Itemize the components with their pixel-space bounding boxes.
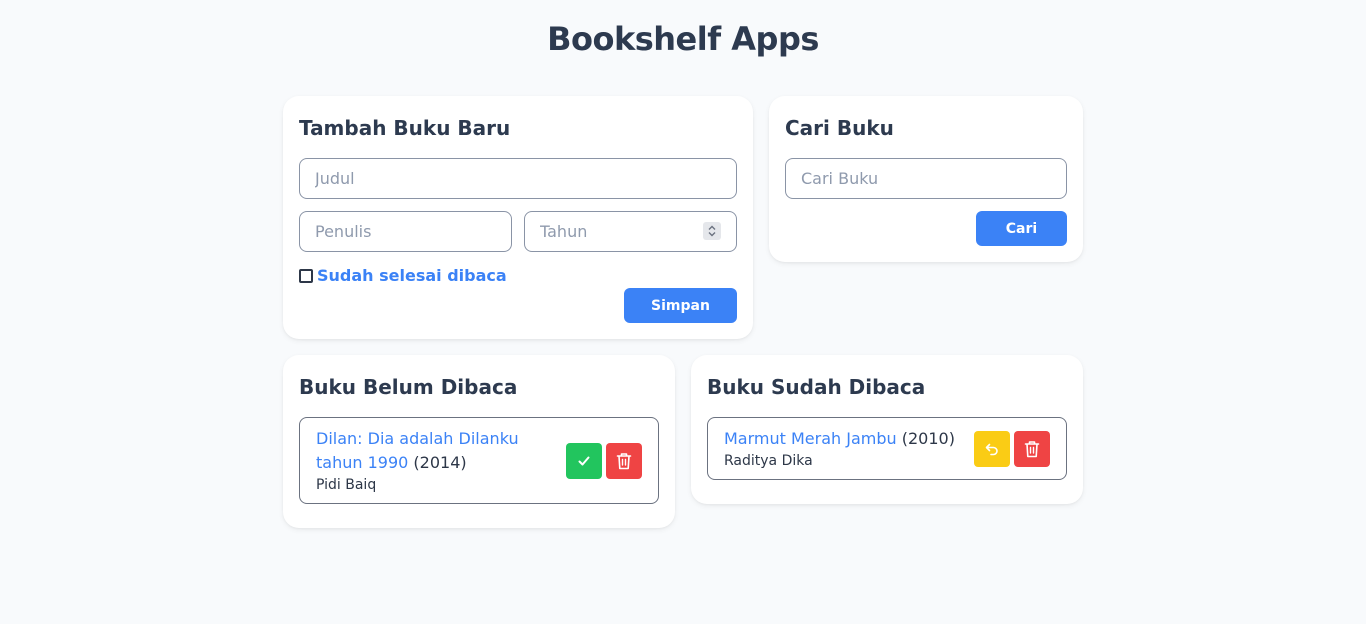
judul-input[interactable] [299, 158, 737, 199]
mark-complete-button[interactable] [566, 443, 602, 479]
tahun-field [524, 211, 737, 252]
app-title: Bookshelf Apps [547, 20, 819, 58]
book-title-line: Dilan: Dia adalah Dilanku tahun 1990 (20… [316, 427, 546, 475]
trash-icon [616, 453, 632, 470]
book-info: Dilan: Dia adalah Dilanku tahun 1990 (20… [316, 427, 546, 493]
book-title: Marmut Merah Jambu [724, 429, 897, 448]
search-card: Cari Buku Cari [769, 96, 1083, 262]
delete-book-button[interactable] [1014, 431, 1050, 467]
check-icon [578, 456, 590, 466]
undo-icon [985, 443, 998, 456]
add-book-card: Tambah Buku Baru Sudah selesai dibaca Si… [283, 96, 753, 339]
book-item: Dilan: Dia adalah Dilanku tahun 1990 (20… [299, 417, 659, 504]
read-shelf-card: Buku Sudah Dibaca Marmut Merah Jambu (20… [691, 355, 1083, 504]
book-year: (2014) [413, 453, 467, 472]
penulis-input[interactable] [299, 211, 512, 252]
undo-read-button[interactable] [974, 431, 1010, 467]
search-title: Cari Buku [785, 116, 894, 140]
book-title-line: Marmut Merah Jambu (2010) [724, 427, 974, 451]
book-year: (2010) [901, 429, 955, 448]
trash-icon [1024, 441, 1040, 458]
book-author: Raditya Dika [724, 453, 813, 469]
cari-button[interactable]: Cari [976, 211, 1067, 246]
book-info: Marmut Merah Jambu (2010) Raditya Dika [724, 427, 974, 469]
delete-book-button[interactable] [606, 443, 642, 479]
book-item: Marmut Merah Jambu (2010) Raditya Dika [707, 417, 1067, 480]
completed-checkbox-label: Sudah selesai dibaca [317, 266, 507, 285]
completed-checkbox-row[interactable]: Sudah selesai dibaca [299, 266, 507, 285]
read-shelf-title: Buku Sudah Dibaca [707, 375, 926, 399]
unread-shelf-title: Buku Belum Dibaca [299, 375, 518, 399]
number-spinner-icon[interactable] [703, 222, 721, 240]
search-input[interactable] [785, 158, 1067, 199]
book-author: Pidi Baiq [316, 477, 377, 493]
add-book-title: Tambah Buku Baru [299, 116, 511, 140]
unread-shelf-card: Buku Belum Dibaca Dilan: Dia adalah Dila… [283, 355, 675, 528]
simpan-button[interactable]: Simpan [624, 288, 737, 323]
completed-checkbox[interactable] [299, 268, 313, 283]
